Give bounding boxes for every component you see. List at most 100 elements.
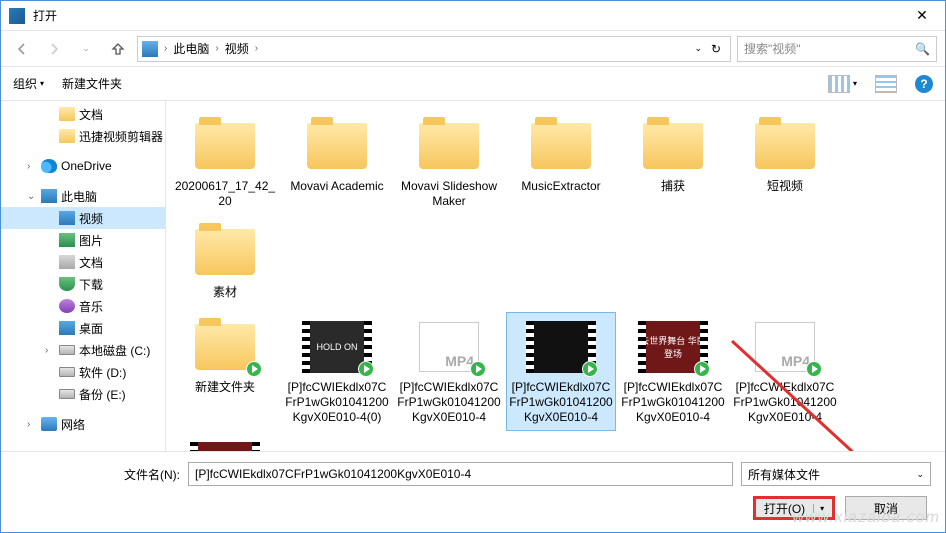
ico-desk-icon: [59, 321, 75, 335]
sidebar-item[interactable]: 文档: [1, 103, 165, 125]
video-thumb: 去世界舞台 华丽登场: [190, 442, 260, 451]
sidebar-item[interactable]: 视频: [1, 207, 165, 229]
open-button[interactable]: 打开(O)▾: [753, 496, 835, 520]
view-icons-button[interactable]: ▾: [828, 75, 857, 93]
file-item[interactable]: 短视频: [730, 111, 840, 215]
nav-recent-button[interactable]: ⌄: [73, 36, 99, 62]
sidebar-item[interactable]: 音乐: [1, 295, 165, 317]
sidebar-item-label: 此电脑: [61, 188, 97, 205]
ico-video-icon: [59, 211, 75, 225]
file-label: Movavi Academic: [284, 179, 390, 194]
chevron-icon: ›: [215, 43, 218, 54]
new-folder-button[interactable]: 新建文件夹: [62, 75, 122, 92]
play-badge-icon: [469, 360, 487, 378]
filename-label: 文件名(N):: [15, 466, 180, 483]
sidebar-item[interactable]: 软件 (D:): [1, 361, 165, 383]
sidebar-item-label: 文档: [79, 106, 103, 123]
nav-forward-button[interactable]: [41, 36, 67, 62]
folder-icon: [531, 123, 591, 169]
play-badge-icon: [581, 360, 599, 378]
file-item[interactable]: 素材: [170, 217, 280, 306]
file-pane[interactable]: 20200617_17_42_20 Movavi Academic Movavi S…: [166, 101, 945, 451]
sidebar-item[interactable]: ›本地磁盘 (C:): [1, 339, 165, 361]
file-label: MusicExtractor: [508, 179, 614, 194]
sidebar-item-label: 软件 (D:): [79, 364, 126, 381]
ico-folder-icon: [59, 129, 75, 143]
filename-input[interactable]: [188, 462, 733, 486]
file-label: [P]fcCWIEkdlx07CFrP1wGk01041200KgvX0E010…: [620, 380, 726, 425]
organize-menu[interactable]: 组织▾: [13, 75, 44, 92]
sidebar-item-label: 桌面: [79, 320, 103, 337]
file-label: 新建文件夹: [172, 380, 278, 395]
search-input[interactable]: 搜索"视频" 🔍: [737, 36, 937, 62]
window-title: 打开: [33, 7, 907, 24]
sidebar-item[interactable]: 图片: [1, 229, 165, 251]
file-item[interactable]: Movavi Slideshow Maker: [394, 111, 504, 215]
file-item[interactable]: 捕获: [618, 111, 728, 215]
toolbar: 组织▾ 新建文件夹 ▾ ?: [1, 67, 945, 101]
file-item[interactable]: 20200617_17_42_20: [170, 111, 280, 215]
app-icon: [9, 8, 25, 24]
ico-folder-icon: [59, 107, 75, 121]
ico-net-icon: [41, 417, 57, 431]
ico-drive-icon: [59, 367, 75, 377]
play-badge-icon: [357, 360, 375, 378]
folder-icon: [419, 123, 479, 169]
breadcrumb-pc[interactable]: 此电脑: [173, 40, 209, 57]
sidebar-item[interactable]: 备份 (E:): [1, 383, 165, 405]
sidebar-item-label: 视频: [79, 210, 103, 227]
folder-icon: [195, 229, 255, 275]
file-item[interactable]: MP4[P]fcCWIEkdlx07CFrP1wGk01041200KgvX0E…: [394, 312, 504, 431]
search-placeholder: 搜索"视频": [744, 40, 801, 57]
sidebar-item[interactable]: ›网络: [1, 413, 165, 435]
file-item[interactable]: Movavi Academic: [282, 111, 392, 215]
sidebar-item-label: 迅捷视频剪辑器: [79, 128, 163, 145]
sidebar-item[interactable]: 桌面: [1, 317, 165, 339]
ico-down-icon: [59, 277, 75, 291]
file-item[interactable]: HOLD ON[P]fcCWIEkdlx07CFrP1wGk01041200Kg…: [282, 312, 392, 431]
sidebar-item[interactable]: ⌄此电脑: [1, 185, 165, 207]
sidebar-item[interactable]: 文档: [1, 251, 165, 273]
file-item[interactable]: 去世界舞台 华丽登场[P]fcCWIEkdlx07CFrP1wGk0104120…: [170, 433, 280, 451]
file-item[interactable]: MusicExtractor: [506, 111, 616, 215]
sidebar-item-label: 文档: [79, 254, 103, 271]
sidebar-item[interactable]: 下载: [1, 273, 165, 295]
view-details-button[interactable]: [875, 75, 897, 93]
file-item[interactable]: 去世界舞台 华丽登场[P]fcCWIEkdlx07CFrP1wGk0104120…: [618, 312, 728, 431]
file-label: 20200617_17_42_20: [172, 179, 278, 209]
sidebar-item[interactable]: 迅捷视频剪辑器: [1, 125, 165, 147]
sidebar-item-label: OneDrive: [61, 159, 112, 173]
sidebar: 文档迅捷视频剪辑器›OneDrive⌄此电脑视频图片文档下载音乐桌面›本地磁盘 …: [1, 101, 166, 451]
ico-music-icon: [59, 299, 75, 313]
address-dropdown[interactable]: ⌄: [694, 43, 702, 54]
file-item[interactable]: [P]fcCWIEkdlx07CFrP1wGk01041200KgvX0E010…: [506, 312, 616, 431]
close-button[interactable]: ✕: [907, 7, 937, 24]
sidebar-item-label: 图片: [79, 232, 103, 249]
nav-bar: ⌄ › 此电脑 › 视频 › ⌄ ↻ 搜索"视频" 🔍: [1, 31, 945, 67]
folder-icon: [307, 123, 367, 169]
refresh-button[interactable]: ↻: [706, 42, 726, 56]
ico-image-icon: [59, 233, 75, 247]
titlebar: 打开 ✕: [1, 1, 945, 31]
address-bar[interactable]: › 此电脑 › 视频 › ⌄ ↻: [137, 36, 731, 62]
search-icon: 🔍: [915, 42, 930, 56]
ico-onedrive-icon: [41, 159, 57, 173]
cancel-button[interactable]: 取消: [845, 496, 927, 520]
file-label: 素材: [172, 285, 278, 300]
file-item[interactable]: MP4[P]fcCWIEkdlx07CFrP1wGk01041200KgvX0E…: [730, 312, 840, 431]
file-label: [P]fcCWIEkdlx07CFrP1wGk01041200KgvX0E010…: [284, 380, 390, 425]
help-button[interactable]: ?: [915, 75, 933, 93]
sidebar-item-label: 音乐: [79, 298, 103, 315]
folder-icon: [643, 123, 703, 169]
file-item[interactable]: 新建文件夹: [170, 312, 280, 431]
folder-icon: [195, 123, 255, 169]
file-type-filter[interactable]: 所有媒体文件⌄: [741, 462, 931, 486]
breadcrumb-videos[interactable]: 视频: [225, 40, 249, 57]
file-label: [P]fcCWIEkdlx07CFrP1wGk01041200KgvX0E010…: [732, 380, 838, 425]
sidebar-item-label: 本地磁盘 (C:): [79, 342, 150, 359]
nav-back-button[interactable]: [9, 36, 35, 62]
nav-up-button[interactable]: [105, 36, 131, 62]
sidebar-item-label: 下载: [79, 276, 103, 293]
ico-drive-icon: [59, 389, 75, 399]
sidebar-item[interactable]: ›OneDrive: [1, 155, 165, 177]
